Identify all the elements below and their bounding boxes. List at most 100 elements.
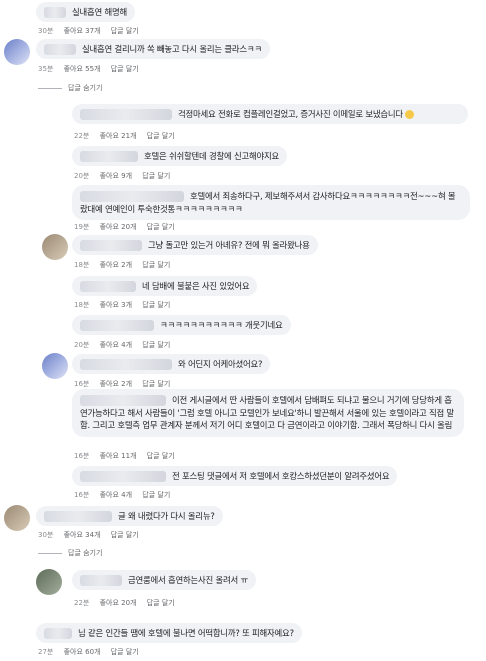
- comment-time: 30분: [38, 531, 54, 539]
- avatar[interactable]: [42, 275, 68, 301]
- blurred-username: [80, 280, 136, 292]
- like-button[interactable]: 좋아요 37개: [64, 27, 101, 35]
- avatar[interactable]: [42, 353, 68, 379]
- like-button[interactable]: 좋아요 21개: [100, 132, 137, 140]
- comment-time: 16분: [74, 452, 90, 460]
- like-button[interactable]: 좋아요 20개: [100, 223, 137, 231]
- comment-time: 27분: [38, 648, 54, 656]
- blurred-username: [44, 6, 66, 18]
- comment-text: 와 어딘지 어케아셨어요?: [178, 359, 263, 369]
- blurred-username: [80, 358, 172, 370]
- blurred-username: [80, 574, 122, 586]
- comment-text: 님 같은 인간들 땜에 호텔에 불나면 어떡합니까? 또 피해자예요?: [78, 628, 294, 638]
- reply-button[interactable]: 답글 달기: [111, 531, 139, 539]
- comment-text: 네 담배에 불붙은 사진 있었어요: [142, 281, 250, 291]
- like-button[interactable]: 좋아요 34개: [64, 531, 101, 539]
- avatar[interactable]: [36, 569, 62, 595]
- comment-text: 호텔은 쉬쉬할텐데 경찰에 신고해야지요: [144, 151, 279, 161]
- reply-button[interactable]: 답글 달기: [111, 27, 139, 35]
- comment-meta: 16분 좋아요 2개 답글 달기: [74, 379, 178, 389]
- comment-bubble: 전 포스팅 댓글에서 저 호텔에서 호캉스하셨던분이 알려주셨어요: [72, 466, 398, 486]
- reply-button[interactable]: 답글 달기: [142, 301, 170, 309]
- reply-button[interactable]: 답글 달기: [111, 65, 139, 73]
- blurred-username: [44, 627, 72, 639]
- blurred-username: [80, 239, 142, 251]
- avatar[interactable]: [42, 314, 68, 340]
- avatar[interactable]: [42, 388, 68, 414]
- comment-text: 금연룸에서 흡연하는사진 올려서 ㅠ: [128, 575, 248, 585]
- avatar[interactable]: [4, 505, 30, 531]
- comment-bubble: 네 담배에 불붙은 사진 있었어요: [72, 276, 258, 296]
- comment-time: 20분: [74, 172, 90, 180]
- comment-text: 걱정마세요 전화로 컴플레인걸었고, 증거사진 이메일로 보냈습니다: [178, 109, 403, 119]
- avatar[interactable]: [42, 145, 68, 171]
- comment-meta: 18분 좋아요 2개 답글 달기: [74, 260, 178, 270]
- blurred-username: [80, 319, 154, 331]
- like-button[interactable]: 좋아요 11개: [100, 452, 137, 460]
- like-button[interactable]: 좋아요 3개: [100, 301, 132, 309]
- comment-time: 22분: [74, 599, 90, 607]
- reply-button[interactable]: 답글 달기: [147, 599, 175, 607]
- reply-button[interactable]: 답글 달기: [142, 172, 170, 180]
- comment-meta: 30분 좋아요 34개 답글 달기: [38, 530, 147, 540]
- comment-meta: 18분 좋아요 3개 답글 달기: [74, 300, 178, 310]
- comment-bubble: 호텔은 쉬쉬할텐데 경찰에 신고해야지요: [72, 146, 287, 166]
- comment-time: 20분: [74, 341, 90, 349]
- comment-bubble: 글 왜 내렸다가 다시 올리뉴?: [36, 506, 223, 526]
- blurred-username: [80, 191, 184, 202]
- comment-meta: 22분 좋아요 21개 답글 달기: [74, 131, 183, 141]
- scared-face-icon: [404, 109, 414, 119]
- like-button[interactable]: 좋아요 55개: [64, 65, 101, 73]
- avatar[interactable]: [4, 622, 30, 648]
- reply-button[interactable]: 답글 달기: [147, 223, 175, 231]
- comment-text: 글 왜 내렸다가 다시 올리뉴?: [118, 511, 215, 521]
- like-button[interactable]: 좋아요 2개: [100, 261, 132, 269]
- avatar[interactable]: [42, 234, 68, 260]
- blurred-username: [80, 150, 138, 162]
- comment-bubble: 실내흡연 걸리니까 쏙 빼놓고 다시 올리는 클라스ㅋㅋ: [36, 39, 270, 59]
- comment-time: 19분: [74, 223, 90, 231]
- comment-text: 이전 게시글에서 딴 사람들이 호텔에서 담배펴도 되냐고 물으니 거기에 당당…: [80, 394, 456, 432]
- like-button[interactable]: 좋아요 60개: [64, 648, 101, 656]
- comment-time: 22분: [74, 132, 90, 140]
- hide-replies-label: 답글 숨기기: [68, 549, 103, 557]
- reply-button[interactable]: 답글 달기: [142, 341, 170, 349]
- reply-button[interactable]: 답글 달기: [147, 132, 175, 140]
- divider: [38, 87, 62, 89]
- avatar[interactable]: [42, 103, 68, 129]
- like-button[interactable]: 좋아요 4개: [100, 341, 132, 349]
- avatar[interactable]: [42, 465, 68, 491]
- reply-button[interactable]: 답글 달기: [147, 452, 175, 460]
- comment-time: 16분: [74, 491, 90, 499]
- like-button[interactable]: 좋아요 2개: [100, 380, 132, 388]
- avatar[interactable]: [4, 39, 30, 65]
- comment-time: 16분: [74, 380, 90, 388]
- comment-meta: 19분 좋아요 20개 답글 달기: [74, 222, 183, 232]
- reply-button[interactable]: 답글 달기: [142, 380, 170, 388]
- comment-bubble: 호텔에서 죄송하다구, 제보해주셔서 감사하다요ㅋㅋㅋㅋㅋㅋㅋㅋ전~~~혀 몰랐…: [72, 185, 470, 220]
- hide-replies-label: 답글 숨기기: [68, 84, 103, 92]
- comment-time: 18분: [74, 301, 90, 309]
- like-button[interactable]: 좋아요 9개: [100, 172, 132, 180]
- like-button[interactable]: 좋아요 20개: [100, 599, 137, 607]
- hide-replies-link[interactable]: 답글 숨기기: [38, 83, 102, 93]
- blurred-username: [80, 108, 172, 120]
- comment-meta: 20분 좋아요 9개 답글 달기: [74, 171, 178, 181]
- comment-meta: 16분 좋아요 4개 답글 달기: [74, 490, 178, 500]
- comment-text: 실내흡연 해명해: [72, 7, 127, 17]
- blurred-username: [44, 510, 112, 522]
- comment-meta: 20분 좋아요 4개 답글 달기: [74, 340, 178, 350]
- comment-text: ㅋㅋㅋㅋㅋㅋㅋㅋㅋㅋㅋ 개웃기네요: [160, 320, 283, 330]
- comment-text: 호텔에서 죄송하다구, 제보해주셔서 감사하다요ㅋㅋㅋㅋㅋㅋㅋㅋ전~~~혀 몰랐…: [80, 190, 462, 215]
- hide-replies-link[interactable]: 답글 숨기기: [38, 548, 102, 558]
- reply-button[interactable]: 답글 달기: [142, 261, 170, 269]
- blurred-username: [80, 395, 166, 406]
- reply-button[interactable]: 답글 달기: [142, 491, 170, 499]
- comment-meta: 35분 좋아요 55개 답글 달기: [38, 64, 147, 74]
- comment-meta: 27분 좋아요 60개 답글 달기: [38, 647, 147, 657]
- like-button[interactable]: 좋아요 4개: [100, 491, 132, 499]
- reply-button[interactable]: 답글 달기: [111, 648, 139, 656]
- comment-bubble: 그냥 돌고만 있는거 아녜유? 전에 뭐 올라왔나용: [72, 235, 318, 255]
- avatar[interactable]: [42, 184, 68, 210]
- avatar[interactable]: [4, 2, 30, 28]
